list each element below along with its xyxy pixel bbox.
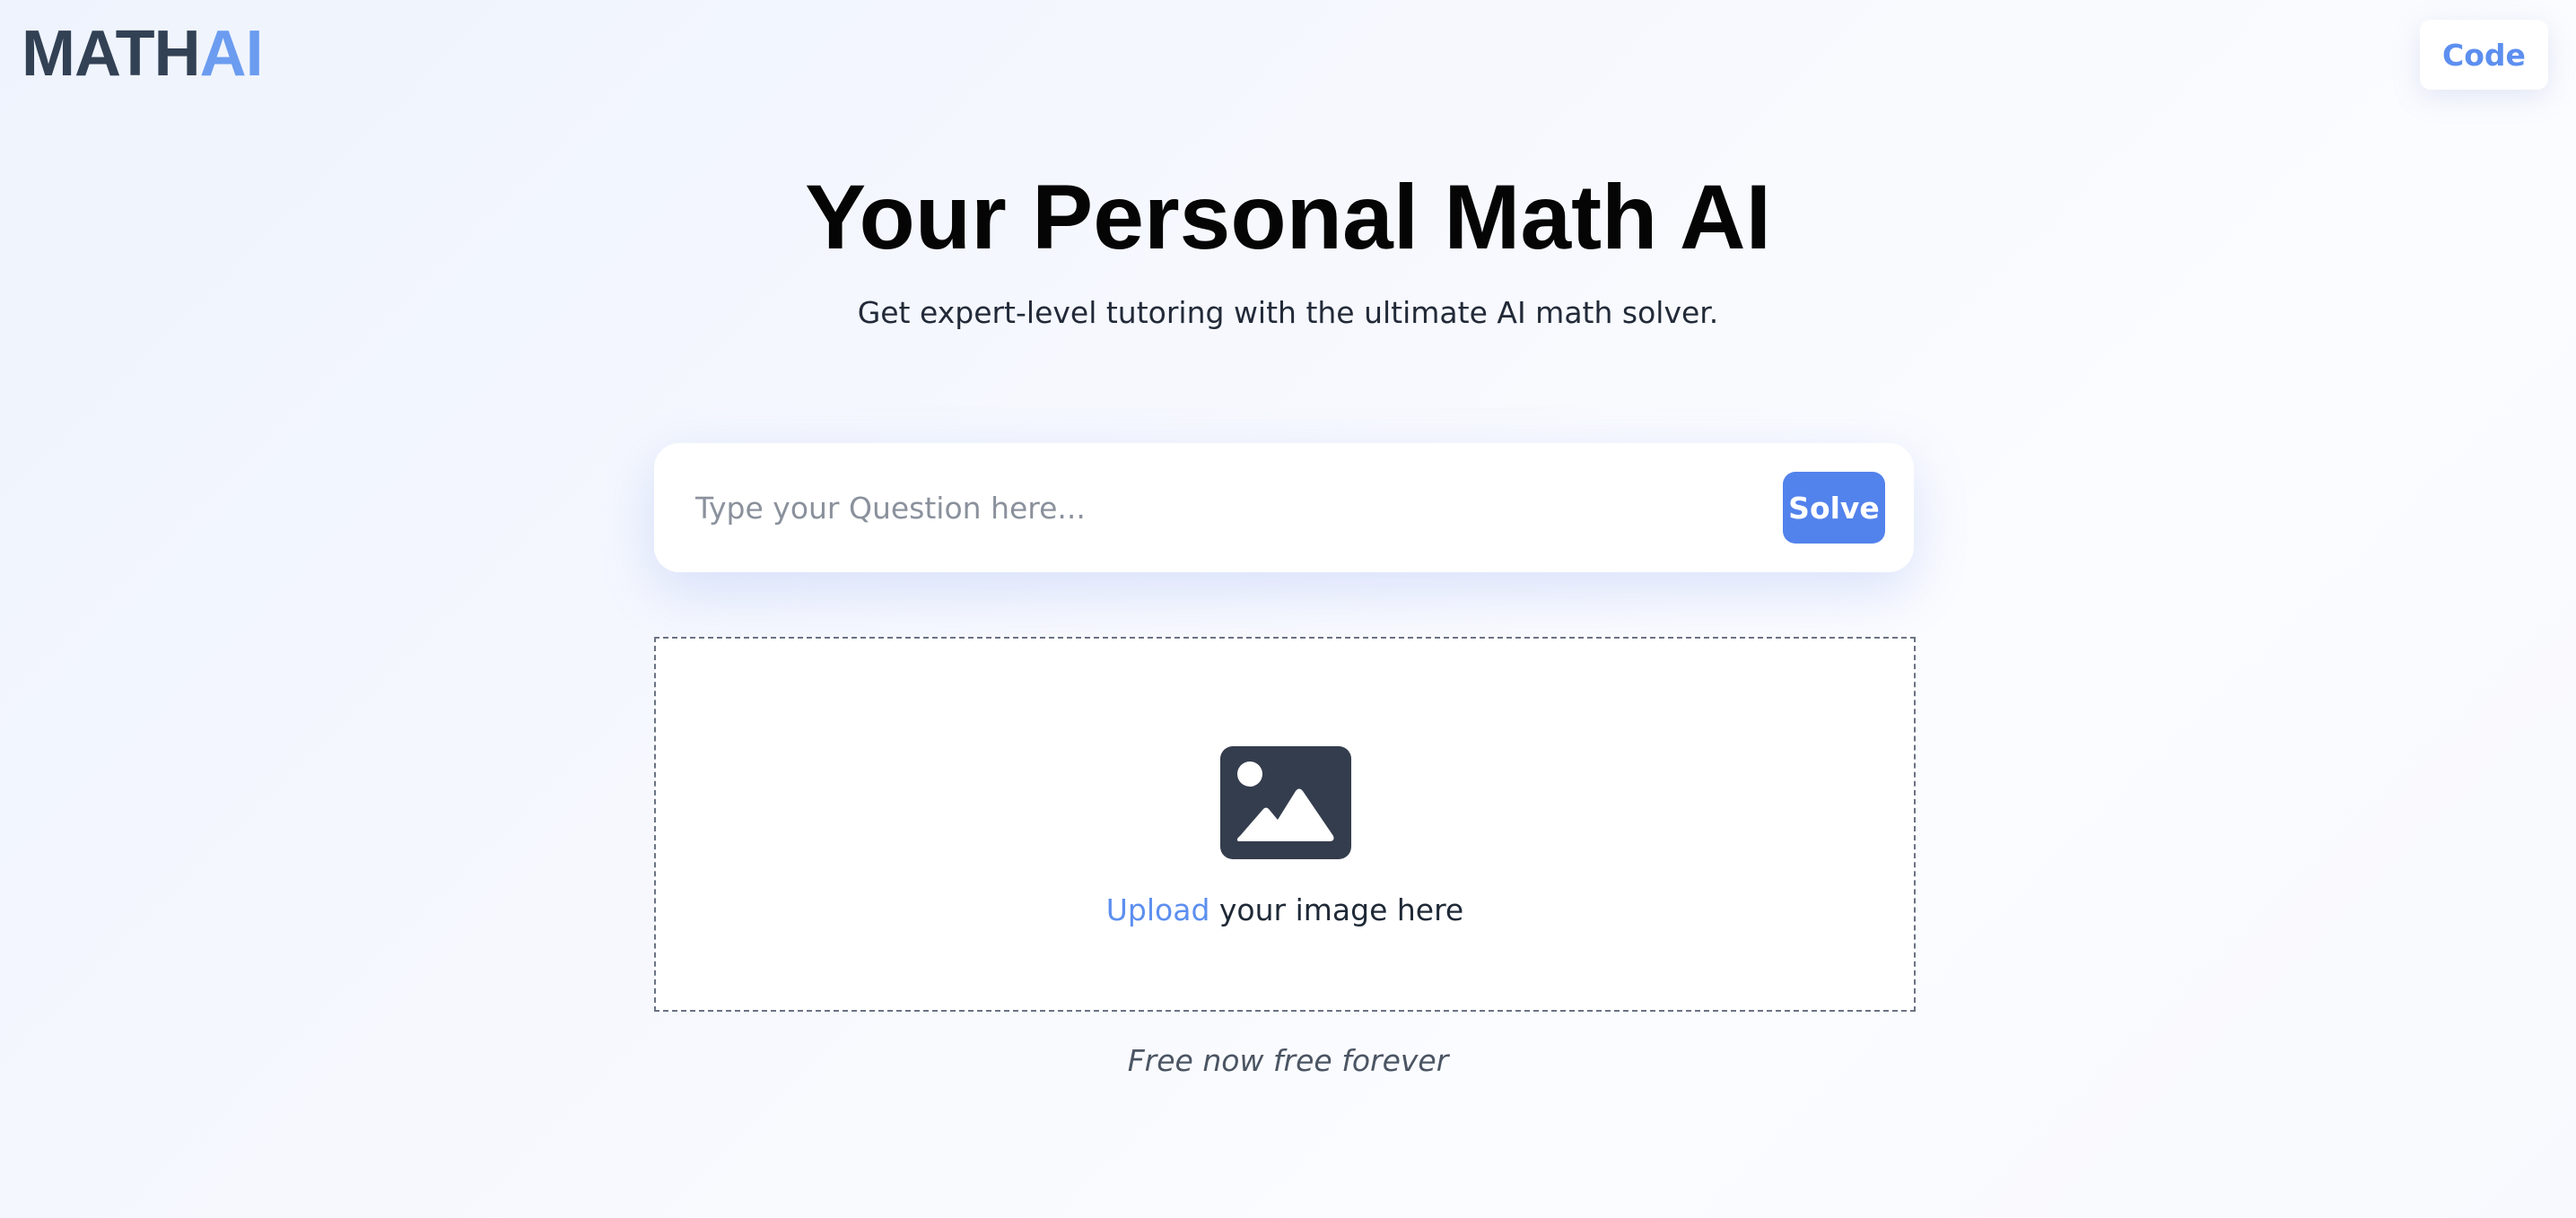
code-button[interactable]: Code [2420, 20, 2548, 90]
solve-button[interactable]: Solve [1783, 472, 1885, 544]
image-upload-dropzone[interactable]: Upload your image here [654, 637, 1916, 1012]
logo-text-ai: AI [199, 18, 264, 90]
logo-text-math: MATH [22, 18, 201, 90]
upload-instructions-text: your image here [1209, 892, 1464, 927]
free-forever-note: Free now free forever [1127, 1043, 1449, 1078]
page-subtitle: Get expert-level tutoring with the ultim… [857, 295, 1719, 330]
upload-link[interactable]: Upload [1106, 892, 1210, 927]
image-icon [1220, 746, 1351, 859]
logo[interactable]: MATHAI [22, 16, 264, 91]
question-input[interactable] [695, 472, 1754, 544]
page-title: Your Personal Math AI [805, 166, 1771, 268]
question-search-bar: Solve [654, 443, 1914, 572]
upload-instructions: Upload your image here [656, 888, 1914, 933]
